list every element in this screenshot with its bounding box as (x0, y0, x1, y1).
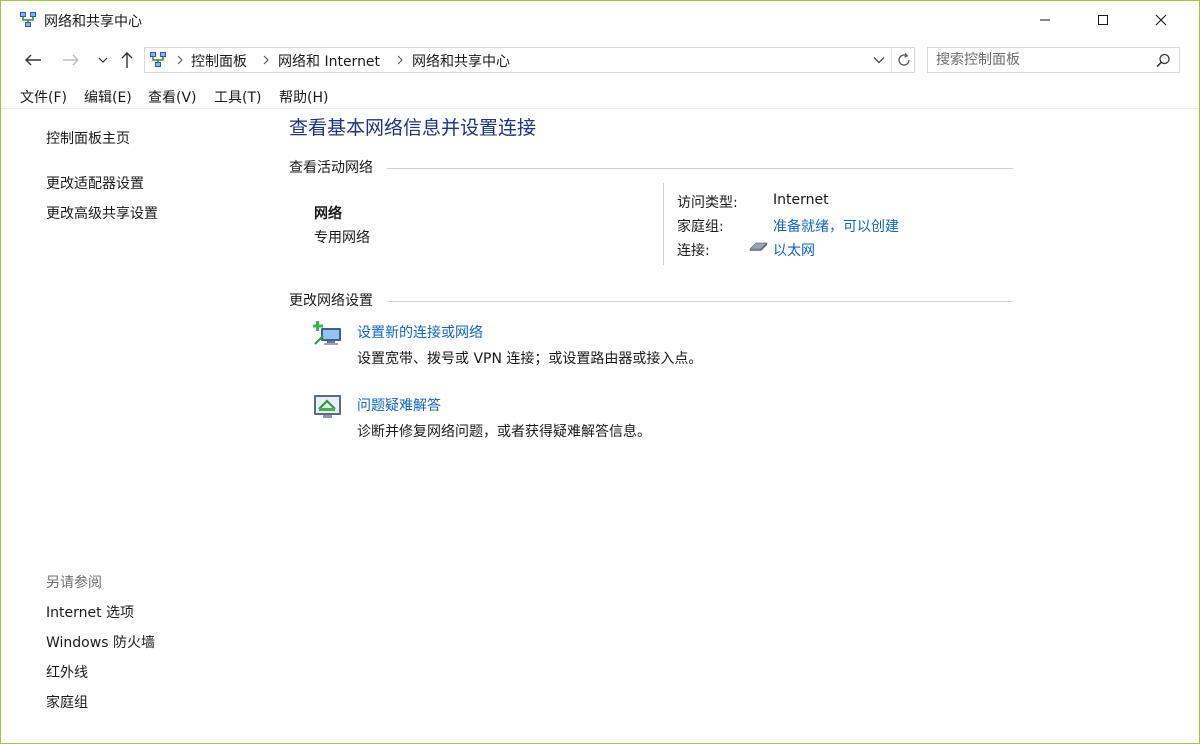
menu-view[interactable]: 查看(V) (148, 87, 197, 107)
minimize-button[interactable] (1016, 1, 1074, 39)
menu-help[interactable]: 帮助(H) (279, 87, 328, 107)
search-box[interactable] (927, 47, 1180, 73)
network-center-icon (19, 11, 37, 29)
control-panel-icon (149, 51, 167, 69)
search-input[interactable] (936, 51, 1146, 69)
breadcrumb-network-internet[interactable]: 网络和 Internet (278, 51, 380, 71)
troubleshoot-desc: 诊断并修复网络问题，或者获得疑难解答信息。 (357, 424, 651, 440)
recent-locations-button[interactable] (91, 49, 115, 71)
menu-edit[interactable]: 编辑(E) (84, 87, 132, 107)
access-type-value: Internet (773, 192, 829, 208)
minimize-icon (1040, 19, 1050, 21)
sidebar-link-internet-options[interactable]: Internet 选项 (46, 602, 134, 622)
network-sharing-center-window: 网络和共享中心 控制面板 网络和 Internet 网络和共享中心 搜索控制面板… (0, 0, 1200, 744)
sidebar-link-homegroup[interactable]: 家庭组 (46, 692, 88, 712)
sidebar-link-windows-firewall[interactable]: Windows 防火墙 (46, 632, 155, 652)
section-divider (387, 168, 1013, 169)
main-content: 查看基本网络信息并设置连接 查看活动网络 网络 专用网络 访问类型: Inter… (289, 110, 1019, 710)
chevron-down-icon (98, 57, 108, 63)
menu-bar: 文件(F) 编辑(E) 查看(V) 工具(T) 帮助(H) (1, 83, 1199, 109)
change-settings-heading: 更改网络设置 (289, 293, 373, 309)
up-button[interactable] (115, 49, 139, 71)
setup-new-connection-desc: 设置宽带、拨号或 VPN 连接；或设置路由器或接入点。 (357, 351, 703, 367)
setup-new-connection-link[interactable]: 设置新的连接或网络 (357, 322, 483, 342)
address-bar[interactable]: 控制面板 网络和 Internet 网络和共享中心 (144, 47, 915, 73)
window-title: 网络和共享中心 (44, 14, 142, 30)
refresh-button[interactable] (891, 48, 915, 72)
connections-label: 连接: (677, 243, 710, 259)
ethernet-icon (748, 239, 770, 253)
arrow-right-icon (63, 54, 79, 66)
ethernet-link[interactable]: 以太网 (773, 240, 815, 260)
sidebar-link-control-panel-home[interactable]: 控制面板主页 (46, 128, 130, 148)
address-history-button[interactable] (867, 48, 891, 72)
back-button[interactable] (21, 49, 45, 71)
breadcrumb-network-sharing-center[interactable]: 网络和共享中心 (412, 51, 510, 71)
section-divider (387, 301, 1013, 302)
new-connection-icon (313, 320, 343, 348)
menu-tools[interactable]: 工具(T) (214, 87, 261, 107)
chevron-down-icon (873, 57, 885, 64)
refresh-icon (897, 53, 910, 66)
left-task-pane: 控制面板主页 更改适配器设置 更改高级共享设置 另请参阅 Internet 选项… (11, 110, 267, 730)
active-networks-heading: 查看活动网络 (289, 160, 373, 176)
chevron-right-icon (397, 55, 403, 65)
maximize-button[interactable] (1074, 1, 1132, 39)
sidebar-link-adapter-settings[interactable]: 更改适配器设置 (46, 173, 144, 193)
menu-file[interactable]: 文件(F) (20, 87, 67, 107)
network-name: 网络 (314, 206, 342, 222)
troubleshoot-link[interactable]: 问题疑难解答 (357, 395, 441, 415)
network-divider (663, 183, 664, 265)
navigation-bar: 控制面板 网络和 Internet 网络和共享中心 (1, 39, 1199, 81)
breadcrumb-control-panel[interactable]: 控制面板 (191, 51, 247, 71)
arrow-up-icon (121, 52, 133, 68)
access-type-label: 访问类型: (677, 195, 738, 211)
search-icon[interactable] (1154, 52, 1172, 70)
homegroup-label: 家庭组: (677, 219, 724, 235)
sidebar-link-advanced-sharing[interactable]: 更改高级共享设置 (46, 203, 158, 223)
title-bar[interactable]: 网络和共享中心 (1, 1, 1199, 39)
page-title: 查看基本网络信息并设置连接 (289, 117, 537, 139)
arrow-left-icon (25, 54, 41, 66)
maximize-icon (1098, 15, 1108, 25)
forward-button[interactable] (59, 49, 83, 71)
network-category[interactable]: 专用网络 (314, 227, 370, 247)
homegroup-link[interactable]: 准备就绪，可以创建 (773, 216, 899, 236)
close-icon (1155, 14, 1167, 26)
troubleshoot-icon (313, 392, 343, 420)
chevron-right-icon (177, 55, 183, 65)
close-button[interactable] (1132, 1, 1190, 39)
chevron-right-icon (263, 55, 269, 65)
sidebar-link-infrared[interactable]: 红外线 (46, 662, 88, 682)
see-also-title: 另请参阅 (46, 575, 102, 591)
